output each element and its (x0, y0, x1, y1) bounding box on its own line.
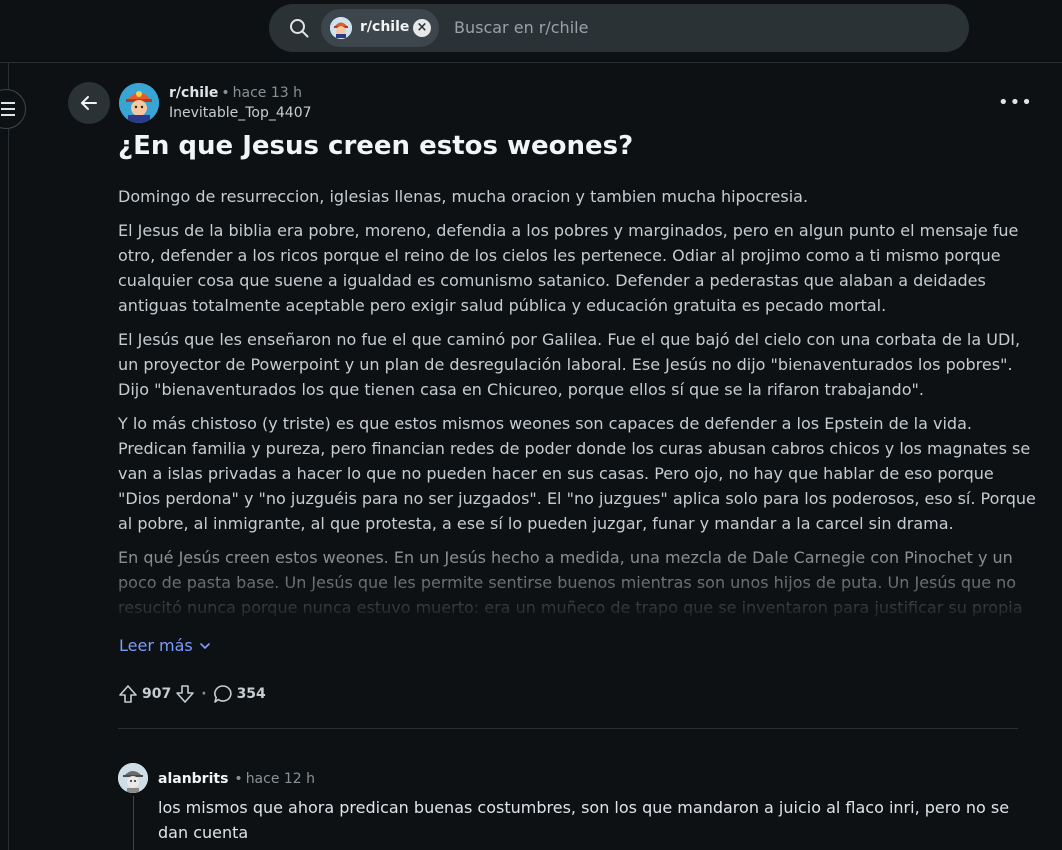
comment-meta: alanbrits • hace 12 h (158, 771, 315, 787)
chip-label: r/chile (360, 19, 410, 35)
downvote-icon[interactable] (175, 684, 195, 704)
comment-avatar[interactable] (118, 763, 148, 793)
vote-count: 907 (142, 686, 172, 702)
comment-username[interactable]: alanbrits (158, 771, 228, 787)
post-paragraph: Y lo más chistoso (y triste) es que esto… (118, 414, 1036, 533)
subreddit-link[interactable]: r/chile (169, 85, 218, 101)
read-more-button[interactable]: Leer más (119, 636, 211, 655)
post-paragraph: El Jesus de la biblia era pobre, moreno,… (118, 221, 1019, 315)
subreddit-filter-chip[interactable]: r/chile × (321, 9, 439, 47)
arrow-left-icon (81, 96, 97, 110)
back-button[interactable] (68, 82, 110, 124)
comment-icon[interactable] (213, 684, 233, 704)
separator-dot: • (221, 85, 230, 101)
post-paragraph: Domingo de resurreccion, iglesias llenas… (118, 187, 809, 206)
separator-dot: · (201, 686, 207, 702)
comment-text: los mismos que ahora predican buenas cos… (158, 798, 1010, 842)
post-paragraph: El Jesús que les enseñaron no fue el que… (118, 330, 1021, 399)
post-title: ¿En que Jesus creen estos weones? (118, 131, 634, 161)
comment-time: hace 12 h (245, 771, 316, 787)
subreddit-avatar-icon (330, 17, 352, 39)
subreddit-avatar[interactable] (119, 83, 159, 123)
search-input[interactable] (452, 14, 936, 40)
comment-count[interactable]: 354 (237, 686, 266, 702)
chevron-down-icon (199, 642, 210, 649)
post-meta: r/chile • hace 13 h (169, 85, 302, 101)
top-bar: r/chile × (0, 0, 1062, 63)
menu-icon-bar (1, 108, 15, 110)
post-time: hace 13 h (232, 85, 303, 101)
post-paragraph-truncated: En qué Jesús creen estos weones. En un J… (118, 548, 1023, 617)
upvote-icon[interactable] (118, 684, 138, 704)
post-body: Domingo de resurreccion, iglesias llenas… (118, 184, 1036, 620)
more-options-icon[interactable]: ••• (998, 92, 1032, 114)
post-author[interactable]: Inevitable_Top_4407 (169, 105, 312, 121)
comment-thread-line[interactable] (133, 796, 134, 850)
chip-close-icon[interactable]: × (413, 19, 431, 37)
menu-icon (1, 102, 15, 104)
post-actions: 907 · 354 (118, 682, 266, 706)
read-more-label: Leer más (119, 636, 193, 655)
left-rail-divider (0, 62, 9, 850)
menu-icon-bar (1, 114, 15, 116)
menu-toggle-button[interactable] (0, 89, 26, 129)
search-icon (290, 19, 309, 38)
separator-dot: • (234, 771, 243, 787)
divider (118, 728, 1018, 729)
